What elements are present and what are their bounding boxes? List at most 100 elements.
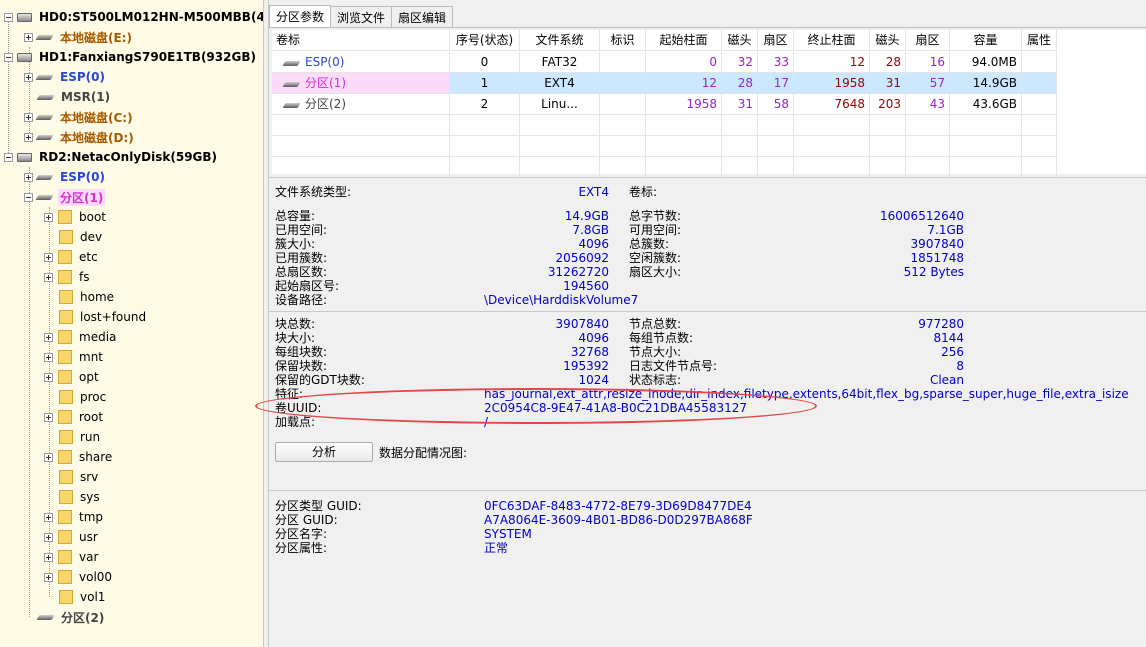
collapse-toggle[interactable] [4,12,13,22]
tree-folder-share[interactable]: share [44,447,114,467]
folder-label: var [79,550,99,564]
tree-volume-msr[interactable]: MSR(1) [34,87,112,107]
tree-volume-local-d[interactable]: 本地磁盘(D:) [24,127,136,147]
volume-icon [37,173,54,181]
column-header[interactable]: 文件系统 [520,30,600,51]
tree-volume-local-e[interactable]: 本地磁盘(E:) [24,27,134,47]
column-header[interactable]: 起始柱面 [646,30,722,51]
info-value: 1024 [578,373,609,387]
tree-folder-home[interactable]: home [54,287,116,307]
column-header[interactable]: 磁头 [722,30,758,51]
partition-table[interactable]: 卷标 序号(状态) 文件系统 标识 起始柱面 磁头 扇区 终止柱面 磁头 扇区 容量 属性 ESP(0)… [272,30,1146,178]
expand-toggle[interactable] [44,552,53,562]
tree-folder-proc[interactable]: proc [54,387,108,407]
column-header[interactable]: 卷标 [272,30,450,51]
info-value: Clean [929,373,964,387]
table-cell [950,136,1022,157]
column-header[interactable]: 属性 [1022,30,1057,51]
table-cell [1022,115,1057,136]
tree-folder-srv[interactable]: srv [54,467,100,487]
table-cell: Linu... [520,94,600,115]
info-label: 块总数: [275,317,316,331]
info-label: 块大小: [275,331,316,345]
expand-toggle[interactable] [44,372,53,382]
column-header[interactable]: 标识 [600,30,646,51]
tree-folder-opt[interactable]: opt [44,367,101,387]
table-cell [1022,52,1057,73]
collapse-toggle[interactable] [4,52,13,62]
info-label: 已用空间: [275,223,328,237]
expand-toggle[interactable] [44,352,53,362]
tree-folder-lost-found[interactable]: lost+found [54,307,148,327]
tab-browse-files[interactable]: 浏览文件 [330,6,393,27]
info-label: 总簇数: [629,237,670,251]
tree-disk-hd1[interactable]: HD1:FanxiangS790E1TB(932GB) [4,47,258,67]
table-cell [520,136,600,157]
tree-folder-usr[interactable]: usr [44,527,100,547]
column-header[interactable]: 扇区 [758,30,794,51]
column-header[interactable]: 扇区 [906,30,950,51]
tree-folder-vol1[interactable]: vol1 [54,587,107,607]
table-row[interactable]: ESP(0) 0 FAT32 0 32 33 12 28 16 94.0MB [272,52,1057,73]
table-cell [600,94,646,115]
tree-folder-run[interactable]: run [54,427,102,447]
column-header[interactable]: 序号(状态) [450,30,520,51]
column-header[interactable]: 容量 [950,30,1022,51]
expand-toggle[interactable] [44,572,53,582]
table-cell: 16 [906,52,950,73]
expand-toggle[interactable] [44,512,53,522]
expand-toggle[interactable] [44,452,53,462]
tree-folder-boot[interactable]: boot [44,207,108,227]
expand-toggle[interactable] [44,332,53,342]
expand-toggle[interactable] [24,72,33,82]
tree-folder-media[interactable]: media [44,327,118,347]
tree-folder-tmp[interactable]: tmp [44,507,105,527]
expand-toggle[interactable] [24,112,33,122]
guid-label: 分区类型 GUID: [275,499,362,513]
tree-volume-partition-2[interactable]: 分区(2) [34,607,106,627]
info-value: 2056092 [555,251,609,265]
folder-icon [58,530,72,544]
table-cell [950,157,1022,178]
tree-folder-fs[interactable]: fs [44,267,91,287]
tree-folder-sys[interactable]: sys [54,487,102,507]
guid-value: SYSTEM [484,527,532,541]
table-cell [906,157,950,178]
expand-toggle[interactable] [44,412,53,422]
table-cell [450,115,520,136]
info-value: 977280 [918,317,964,331]
collapse-toggle[interactable] [24,192,33,202]
expand-toggle[interactable] [24,32,33,42]
tree-volume-esp[interactable]: ESP(0) [24,167,107,187]
tab-bar: 分区参数 浏览文件 扇区编辑 [269,5,454,27]
analyze-button[interactable]: 分析 [275,442,373,462]
column-header[interactable]: 磁头 [870,30,906,51]
tab-sector-edit[interactable]: 扇区编辑 [391,6,454,27]
expand-toggle[interactable] [24,172,33,182]
tree-folder-root[interactable]: root [44,407,105,427]
tree-disk-rd2[interactable]: RD2:NetacOnlyDisk(59GB) [4,147,219,167]
tab-partition-params[interactable]: 分区参数 [269,5,332,27]
expand-toggle[interactable] [44,212,53,222]
table-row[interactable]: 分区(2) 2 Linu... 1958 31 58 7648 203 43 43.6GB [272,94,1057,115]
tree-folder-mnt[interactable]: mnt [44,347,105,367]
tree-folder-var[interactable]: var [44,547,100,567]
tree-folder-etc[interactable]: etc [44,247,100,267]
tree-folder-dev[interactable]: dev [54,227,104,247]
column-header[interactable]: 终止柱面 [794,30,870,51]
table-cell [1022,94,1057,115]
disk-tree[interactable]: HD0:ST500LM012HN-M500MBB(466G 本地磁盘(E:) H… [0,0,263,647]
expand-toggle[interactable] [44,272,53,282]
expand-toggle[interactable] [44,532,53,542]
table-cell [722,115,758,136]
table-row[interactable]: 分区(1) 1 EXT4 12 28 17 1958 31 57 14.9GB [272,73,1057,94]
collapse-toggle[interactable] [4,152,13,162]
expand-toggle[interactable] [24,132,33,142]
tree-disk-hd0[interactable]: HD0:ST500LM012HN-M500MBB(466G [4,7,263,27]
folder-icon [58,330,72,344]
tree-folder-vol00[interactable]: vol00 [44,567,114,587]
tree-volume-esp[interactable]: ESP(0) [24,67,107,87]
expand-toggle[interactable] [44,252,53,262]
tree-volume-partition-1[interactable]: 分区(1) [24,187,106,207]
tree-volume-local-c[interactable]: 本地磁盘(C:) [24,107,135,127]
